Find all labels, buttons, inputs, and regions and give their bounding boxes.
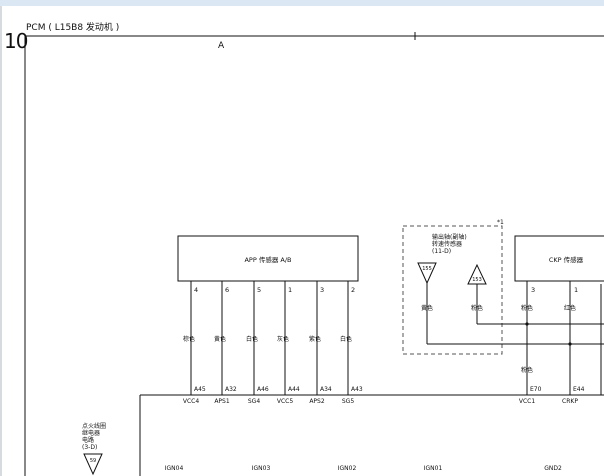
output-shaft-title-2: 转速传感器: [432, 240, 462, 248]
ckp-sensor-title: CKP 传感器: [549, 255, 584, 264]
app-pin-number: 6: [225, 286, 229, 294]
app-wire-color: 白色: [246, 335, 258, 343]
app-signal: VCC4: [183, 398, 199, 405]
ckp-pin-number: 1: [574, 286, 578, 294]
app-terminal: A44: [288, 386, 300, 393]
ignition-label-2: 继电器: [82, 429, 100, 437]
app-wire-color: 白色: [340, 335, 352, 343]
ignition-signal: IGN01: [424, 465, 443, 472]
app-pin-number: 3: [320, 286, 324, 294]
app-wire-color: 棕色: [183, 335, 195, 343]
ckp-pin-number: 3: [531, 286, 535, 294]
triangle-155-label: 155: [422, 266, 432, 272]
splice-324: [525, 322, 529, 326]
triangle-153-label: 153: [472, 277, 482, 283]
wire-color-pink: 粉色: [471, 304, 483, 312]
output-shaft-ref: (11-D): [432, 248, 451, 255]
app-wire-color: 紫色: [309, 335, 321, 343]
app-terminal: A45: [194, 386, 206, 393]
ignition-label-4: (3-D): [82, 444, 97, 451]
ignition-signal: IGN04: [165, 465, 184, 472]
ckp-signal: CRKP: [562, 398, 578, 405]
triangle-59: [83, 453, 103, 476]
app-pin-number: 2: [351, 286, 355, 294]
app-wire-color: 黄色: [214, 335, 226, 343]
frame-label-a: A: [218, 41, 225, 51]
app-terminal: A34: [320, 386, 332, 393]
triangle-59-label: 59: [90, 458, 96, 464]
wiring-diagram: A APP 传感器 A/B 4 棕色 A45 VCC4 6 黄色 A32 APS1 5 白色 A46…: [24, 32, 604, 476]
output-shaft-note: *1: [497, 219, 504, 226]
ckp-wire-color: 红色: [564, 304, 576, 312]
ignition-signal: IGN03: [252, 465, 271, 472]
ckp-wire-color: 粉色: [521, 304, 533, 312]
app-signal: VCC5: [277, 398, 293, 405]
ckp-terminal: E70: [530, 386, 542, 393]
app-signal: SG4: [248, 398, 260, 405]
app-sensor-title: APP 传感器 A/B: [244, 255, 291, 264]
app-pin-number: 1: [288, 286, 292, 294]
app-terminal: A32: [225, 386, 237, 393]
ckp-signal: VCC1: [519, 398, 535, 405]
splice-344: [568, 342, 572, 346]
wire-color-yellow: 黄色: [421, 304, 433, 312]
ckp-terminal: E44: [573, 386, 585, 393]
app-signal: APS1: [214, 398, 230, 405]
app-signal: SG5: [342, 398, 354, 405]
ignition-label-1: 点火线圈: [82, 422, 106, 430]
app-pin-number: 4: [194, 286, 198, 294]
output-shaft-title-1: 输出轴(副轴): [432, 233, 467, 241]
app-pin-number: 5: [257, 286, 261, 294]
ckp-lower-wire-color: 粉色: [521, 366, 533, 374]
app-wire-color: 灰色: [277, 335, 289, 343]
ignition-signal: GND2: [544, 465, 562, 472]
app-terminal: A43: [351, 386, 363, 393]
app-signal: APS2: [309, 398, 325, 405]
ignition-label-3: 电路: [82, 436, 94, 444]
ignition-signal: IGN02: [338, 465, 357, 472]
app-terminal: A46: [257, 386, 269, 393]
